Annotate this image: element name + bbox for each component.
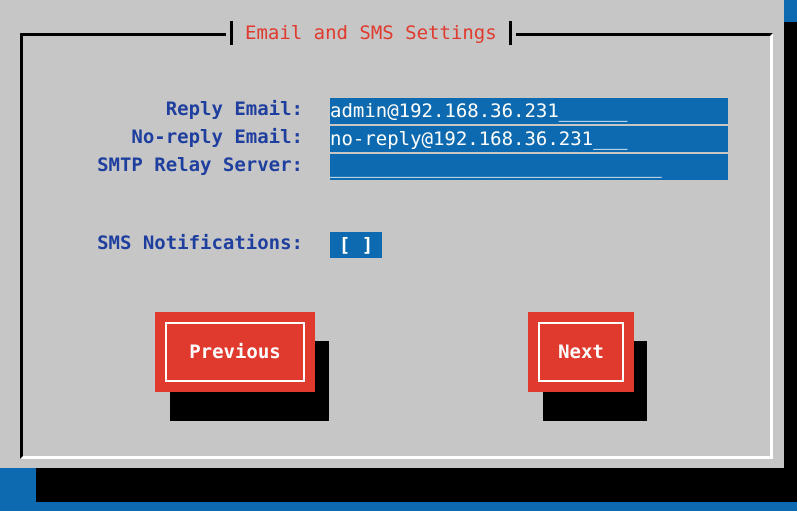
dialog-title-bar: Email and SMS Settings — [226, 18, 516, 48]
sms-notifications-label: SMS Notifications: — [97, 232, 303, 254]
previous-button[interactable]: Previous — [155, 312, 315, 392]
smtp-relay-label: SMTP Relay Server: — [97, 154, 303, 176]
terminal-screen: Email and SMS Settings Reply Email: admi… — [0, 0, 797, 511]
dialog-shadow-side — [784, 22, 797, 502]
noreply-email-fill: ___ — [593, 128, 628, 150]
reply-email-fill: ______ — [558, 100, 628, 122]
smtp-relay-field[interactable]: _____________________________ — [330, 154, 728, 180]
settings-dialog: Email and SMS Settings Reply Email: admi… — [0, 0, 784, 468]
noreply-email-field[interactable]: no-reply@192.168.36.231___ — [330, 126, 728, 152]
title-right-divider — [508, 21, 512, 45]
smtp-relay-fill: _____________________________ — [330, 156, 662, 178]
reply-email-field[interactable]: admin@192.168.36.231______ — [330, 98, 728, 124]
sms-notifications-checkbox[interactable]: [ ] — [330, 232, 382, 258]
next-button[interactable]: Next — [528, 312, 634, 392]
noreply-email-label: No-reply Email: — [131, 126, 303, 148]
dialog-shadow — [36, 468, 797, 502]
previous-button-label: Previous — [165, 322, 305, 382]
reply-email-value: admin@192.168.36.231 — [330, 100, 559, 122]
next-button-label: Next — [538, 322, 624, 382]
noreply-email-value: no-reply@192.168.36.231 — [330, 128, 594, 150]
dialog-title: Email and SMS Settings — [245, 22, 497, 44]
reply-email-label: Reply Email: — [165, 98, 303, 120]
